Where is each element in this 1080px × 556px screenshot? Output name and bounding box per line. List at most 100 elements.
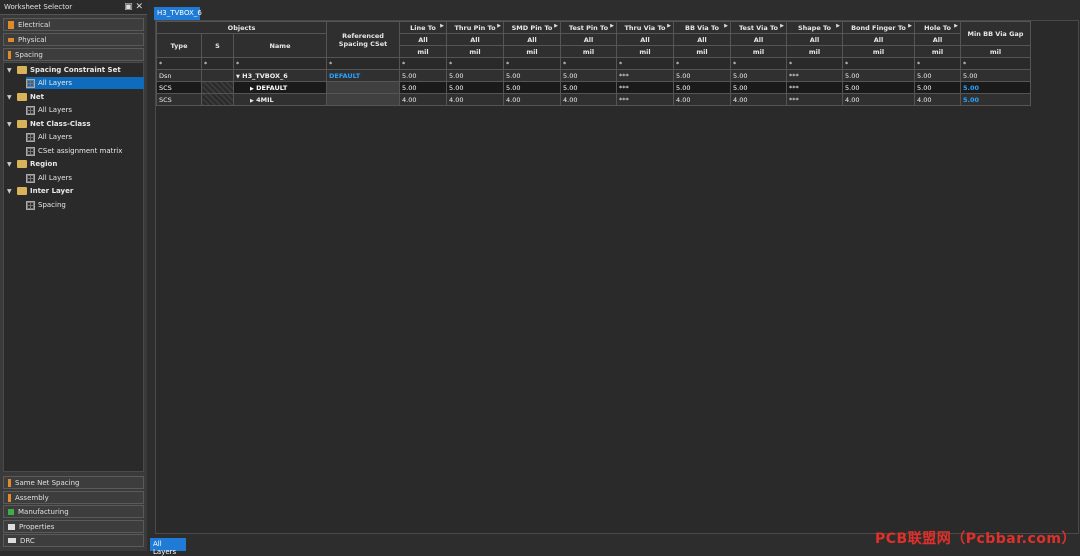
cell-value[interactable]: 5.00 xyxy=(560,81,617,94)
tree-node-all-layers-scs[interactable]: All Layers xyxy=(26,77,144,89)
chevron-right-icon[interactable]: ▶ xyxy=(250,98,254,104)
filter-cell[interactable]: * xyxy=(446,57,504,70)
col-header-min-bb-via-gap[interactable]: Min BB Via Gap xyxy=(960,21,1031,46)
cell-value[interactable]: 5.00 xyxy=(730,69,787,82)
section-physical[interactable]: Physical xyxy=(3,33,144,46)
section-electrical[interactable]: Electrical xyxy=(3,18,144,31)
cell-value[interactable]: 5.00 xyxy=(842,81,915,94)
cell-ref-cset[interactable]: DEFAULT xyxy=(326,69,400,82)
tab-all-layers[interactable]: All Layers xyxy=(150,538,186,556)
section-properties[interactable]: Properties xyxy=(3,520,144,533)
col-header-hole-to[interactable]: Hole To ▶ xyxy=(914,21,961,34)
tree-node-cset-assignment-matrix[interactable]: CSet assignment matrix xyxy=(26,145,122,157)
tab-design[interactable]: H3_TVBOX_6 xyxy=(154,7,202,20)
cell-value[interactable]: 5.00 xyxy=(842,69,915,82)
filter-cell[interactable]: * xyxy=(326,57,400,70)
chevron-down-icon[interactable]: ▼ xyxy=(7,188,14,195)
cell-ref-cset[interactable] xyxy=(326,81,400,94)
filter-cell[interactable]: * xyxy=(960,57,1031,70)
filter-cell[interactable]: * xyxy=(730,57,787,70)
cell-value[interactable]: 5.00 xyxy=(503,81,561,94)
cell-value[interactable]: 5.00 xyxy=(673,69,731,82)
cell-value[interactable]: 5.00 xyxy=(446,81,504,94)
cell-value[interactable]: 5.00 xyxy=(399,81,447,94)
filter-cell[interactable]: * xyxy=(233,57,327,70)
cell-ref-cset[interactable] xyxy=(326,93,400,106)
filter-cell[interactable]: * xyxy=(914,57,961,70)
chevron-right-icon[interactable]: ▶ xyxy=(250,86,254,92)
cell-value[interactable]: 5.00 xyxy=(914,81,961,94)
table-row[interactable]: SCS ▶ DEFAULT 5.00 5.00 5.00 5.00 *** 5.… xyxy=(156,81,1031,94)
col-header-line-to[interactable]: Line To ▶ xyxy=(399,21,447,34)
cell-value[interactable]: *** xyxy=(786,69,843,82)
cell-value[interactable]: *** xyxy=(616,81,674,94)
filter-cell[interactable]: * xyxy=(503,57,561,70)
cell-value[interactable]: 4.00 xyxy=(842,93,915,106)
cell-value[interactable]: 4.00 xyxy=(446,93,504,106)
tree-node-net-class-class[interactable]: ▼ Net Class-Class xyxy=(7,118,90,130)
cell-name[interactable]: ▶ DEFAULT xyxy=(233,81,327,94)
section-assembly[interactable]: Assembly xyxy=(3,491,144,504)
tree-node-region[interactable]: ▼ Region xyxy=(7,158,57,170)
tree-node-net[interactable]: ▼ Net xyxy=(7,91,44,103)
tree-node-all-layers-ncc[interactable]: All Layers xyxy=(26,131,72,143)
filter-cell[interactable]: * xyxy=(842,57,915,70)
cell-value[interactable]: *** xyxy=(786,81,843,94)
cell-value[interactable]: 4.00 xyxy=(914,93,961,106)
cell-value[interactable]: 5.00 xyxy=(960,69,1031,82)
chevron-down-icon[interactable]: ▼ xyxy=(236,74,240,80)
cell-value[interactable]: 5.00 xyxy=(960,81,1031,94)
filter-cell[interactable]: * xyxy=(673,57,731,70)
cell-value[interactable]: 5.00 xyxy=(503,69,561,82)
cell-value[interactable]: 5.00 xyxy=(560,69,617,82)
col-header-test-pin-to[interactable]: Test Pin To ▶ xyxy=(560,21,617,34)
chevron-down-icon[interactable]: ▼ xyxy=(7,121,14,128)
cell-value[interactable]: 5.00 xyxy=(399,69,447,82)
cell-name[interactable]: ▼ H3_TVBOX_6 xyxy=(233,69,327,82)
col-header-thru-via-to[interactable]: Thru Via To ▶ xyxy=(616,21,674,34)
filter-cell[interactable]: * xyxy=(201,57,234,70)
col-header-bb-via-to[interactable]: BB Via To ▶ xyxy=(673,21,731,34)
cell-value[interactable]: 5.00 xyxy=(960,93,1031,106)
cell-value[interactable]: 5.00 xyxy=(446,69,504,82)
col-header-smd-pin-to[interactable]: SMD Pin To ▶ xyxy=(503,21,561,34)
filter-cell[interactable]: * xyxy=(616,57,674,70)
tree-node-all-layers-net[interactable]: All Layers xyxy=(26,104,72,116)
table-row[interactable]: SCS ▶ 4MIL 4.00 4.00 4.00 4.00 *** 4.00 … xyxy=(156,93,1031,106)
table-row[interactable]: Dsn ▼ H3_TVBOX_6 DEFAULT 5.00 5.00 5.00 … xyxy=(156,69,1031,82)
close-icon[interactable]: ✕ xyxy=(135,2,143,12)
filter-cell[interactable]: * xyxy=(786,57,843,70)
filter-cell[interactable]: * xyxy=(399,57,447,70)
tree-node-spacing-constraint-set[interactable]: ▼ Spacing Constraint Set xyxy=(7,64,121,76)
chevron-down-icon[interactable]: ▼ xyxy=(7,94,14,101)
col-header-name[interactable]: Name xyxy=(233,33,327,58)
cell-value[interactable]: *** xyxy=(616,69,674,82)
ref-spacing-cset-header[interactable]: Referenced Spacing CSet xyxy=(326,21,400,58)
section-manufacturing[interactable]: Manufacturing xyxy=(3,505,144,518)
cell-value[interactable]: 4.00 xyxy=(560,93,617,106)
col-header-test-via-to[interactable]: Test Via To ▶ xyxy=(730,21,787,34)
col-header-type[interactable]: Type xyxy=(156,33,202,58)
tree-node-inter-layer[interactable]: ▼ Inter Layer xyxy=(7,185,73,197)
cell-value[interactable]: 5.00 xyxy=(914,69,961,82)
col-header-s[interactable]: S xyxy=(201,33,234,58)
section-same-net-spacing[interactable]: Same Net Spacing xyxy=(3,476,144,489)
filter-cell[interactable]: * xyxy=(156,57,202,70)
cell-value[interactable]: *** xyxy=(616,93,674,106)
section-spacing[interactable]: Spacing xyxy=(3,48,144,61)
cell-value[interactable]: 4.00 xyxy=(399,93,447,106)
chevron-down-icon[interactable]: ▼ xyxy=(7,67,14,74)
float-window-icon[interactable]: ▣ xyxy=(124,2,133,12)
chevron-down-icon[interactable]: ▼ xyxy=(7,161,14,168)
cell-value[interactable]: 5.00 xyxy=(673,81,731,94)
cell-value[interactable]: 5.00 xyxy=(730,81,787,94)
cell-name[interactable]: ▶ 4MIL xyxy=(233,93,327,106)
filter-cell[interactable]: * xyxy=(560,57,617,70)
cell-value[interactable]: *** xyxy=(786,93,843,106)
col-header-bond-finger-to[interactable]: Bond Finger To ▶ xyxy=(842,21,915,34)
cell-value[interactable]: 4.00 xyxy=(503,93,561,106)
tree-node-all-layers-region[interactable]: All Layers xyxy=(26,172,72,184)
cell-value[interactable]: 4.00 xyxy=(673,93,731,106)
cell-value[interactable]: 4.00 xyxy=(730,93,787,106)
col-header-shape-to[interactable]: Shape To ▶ xyxy=(786,21,843,34)
